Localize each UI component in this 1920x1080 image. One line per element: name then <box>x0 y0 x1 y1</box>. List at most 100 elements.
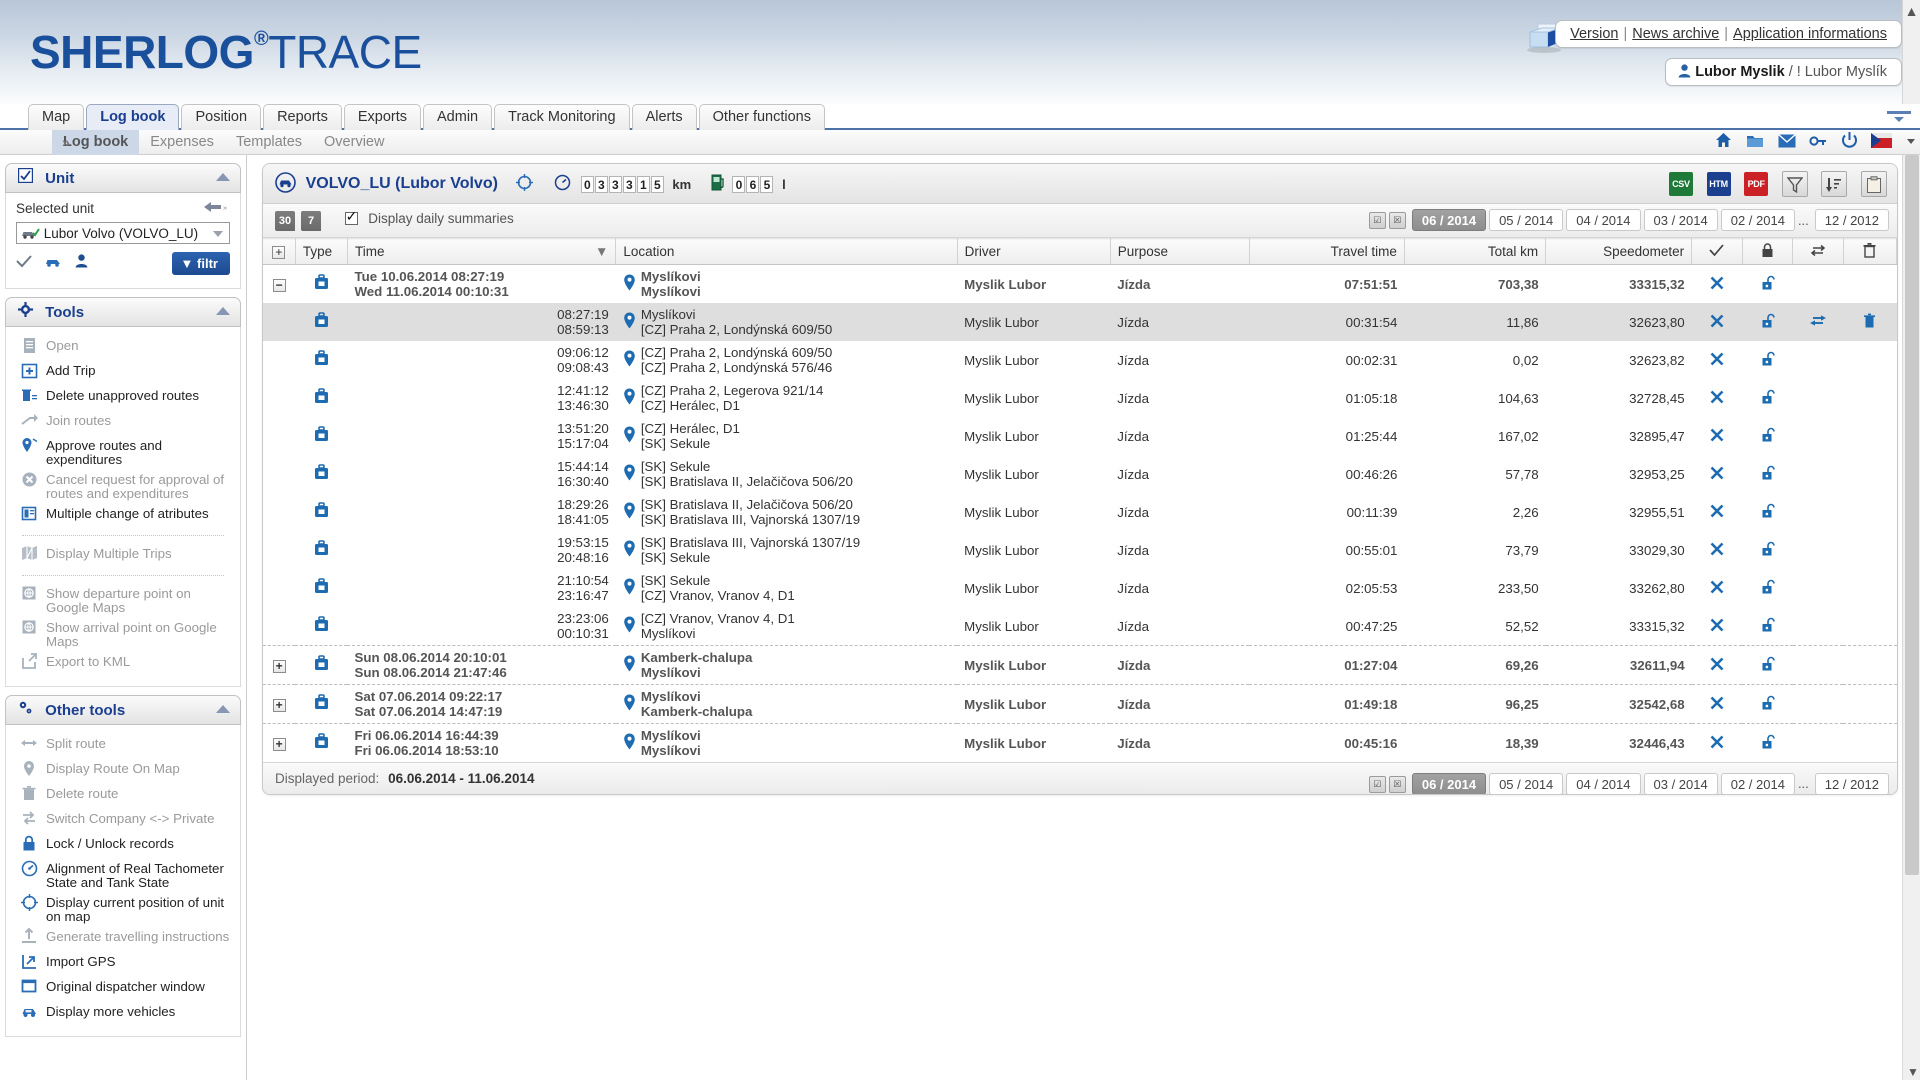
row-expander-cell[interactable]: − <box>263 264 296 303</box>
export-htm-button[interactable]: HTM <box>1706 172 1731 196</box>
expand-chevron-icon[interactable]: » <box>62 134 70 150</box>
check-filter-icon[interactable] <box>16 255 32 271</box>
sort-button[interactable] <box>1821 171 1848 197</box>
unit-select[interactable]: Lubor Volvo (VOLVO_LU) <box>16 222 230 244</box>
row-action-close[interactable] <box>1691 645 1743 685</box>
tab-log-book[interactable]: Log book <box>86 104 180 130</box>
filter-button[interactable] <box>1781 171 1808 197</box>
tools-panel-header[interactable]: Tools <box>5 297 241 327</box>
chevron-down-icon[interactable]: ▼ <box>1907 1065 1919 1079</box>
collapse-triangle-icon[interactable] <box>216 307 230 315</box>
page-size-30-button[interactable]: 30 <box>275 211 295 231</box>
other-tool-display-current-position-of-unit-on-map[interactable]: Display current position of unit on map <box>16 892 230 926</box>
mail-icon[interactable] <box>1777 133 1796 151</box>
th-expand-all[interactable]: + <box>263 238 296 265</box>
month-12-2012[interactable]: 12 / 2012 <box>1814 773 1889 794</box>
tab-position[interactable]: Position <box>181 104 262 130</box>
other-tool-import-gps[interactable]: Import GPS <box>16 951 230 976</box>
clipboard-button[interactable] <box>1861 171 1887 197</box>
tab-exports[interactable]: Exports <box>343 104 422 130</box>
row-action-unlock[interactable] <box>1742 341 1793 379</box>
table-row[interactable]: 13:51:20 15:17:04 [CZ] Herálec, D1 [SK] Sek… <box>263 417 1897 455</box>
row-action-close[interactable] <box>1691 723 1743 762</box>
th-location[interactable]: Location <box>615 238 958 265</box>
row-expander-cell[interactable] <box>263 341 296 379</box>
row-expander-icon[interactable]: − <box>272 278 286 292</box>
row-driver[interactable]: Myslik Lubor <box>957 645 1111 685</box>
month-03-2014[interactable]: 03 / 2014 <box>1643 209 1718 231</box>
tool-add-trip[interactable]: Add Trip <box>16 360 230 385</box>
row-action-unlock[interactable] <box>1742 531 1793 569</box>
row-driver[interactable]: Myslik Lubor <box>957 341 1111 379</box>
user-box[interactable]: Lubor Myslik / ! Lubor Myslík <box>1665 58 1902 86</box>
settings-keys-icon[interactable] <box>1809 133 1827 152</box>
table-row[interactable]: + Sun 08.06.2014 20:10:01 Sun 08.06.2014 2… <box>263 645 1897 685</box>
row-driver[interactable]: Myslik Lubor <box>957 455 1111 493</box>
clear-months-icon[interactable]: ☒ <box>1388 775 1406 793</box>
row-action-close[interactable] <box>1691 684 1743 724</box>
row-purpose[interactable]: Jízda <box>1110 379 1250 417</box>
row-purpose[interactable]: Jízda <box>1110 723 1250 762</box>
th-speedometer[interactable]: Speedometer <box>1545 238 1693 265</box>
row-expander-cell[interactable] <box>263 379 296 417</box>
collapse-triangle-icon[interactable] <box>216 173 230 181</box>
row-action-unlock[interactable] <box>1742 493 1793 531</box>
row-driver[interactable]: Myslik Lubor <box>957 607 1111 646</box>
chevron-down-icon[interactable] <box>1906 134 1916 151</box>
row-action-unlock[interactable] <box>1742 607 1793 646</box>
row-expander-icon[interactable]: + <box>272 698 286 712</box>
month-04-2014[interactable]: 04 / 2014 <box>1566 773 1641 794</box>
row-purpose[interactable]: Jízda <box>1110 303 1250 341</box>
page-scrollbar[interactable]: ▼ <box>1902 155 1920 1080</box>
row-action-unlock[interactable] <box>1742 303 1793 341</box>
row-expander-cell[interactable] <box>263 455 296 493</box>
row-driver[interactable]: Myslik Lubor <box>957 264 1111 303</box>
row-action-close[interactable] <box>1691 455 1743 493</box>
row-expander-cell[interactable]: + <box>263 645 296 685</box>
other-tool-lock-unlock-records[interactable]: Lock / Unlock records <box>16 833 230 858</box>
table-row[interactable]: 12:41:12 13:46:30 [CZ] Praha 2, Legerova 9… <box>263 379 1897 417</box>
row-expander-cell[interactable] <box>263 531 296 569</box>
th-swap[interactable] <box>1792 238 1844 265</box>
row-action-unlock[interactable] <box>1742 684 1793 724</box>
other-tool-display-more-vehicles[interactable]: Display more vehicles <box>16 1001 230 1026</box>
table-row[interactable]: + Fri 06.06.2014 16:44:39 Fri 06.06.2014 1… <box>263 723 1897 762</box>
tool-delete-unapproved-routes[interactable]: Delete unapproved routes <box>16 385 230 410</box>
row-action-close[interactable] <box>1691 531 1743 569</box>
link-version[interactable]: Version <box>1570 26 1618 42</box>
row-action-close[interactable] <box>1691 264 1743 303</box>
th-purpose[interactable]: Purpose <box>1110 238 1250 265</box>
row-expander-cell[interactable] <box>263 417 296 455</box>
month-05-2014[interactable]: 05 / 2014 <box>1489 209 1564 231</box>
page-size-7-button[interactable]: 7 <box>301 211 321 231</box>
other-tools-panel-header[interactable]: Other tools <box>5 695 241 725</box>
daily-summaries-toggle[interactable]: Display daily summaries <box>344 209 514 226</box>
row-driver[interactable]: Myslik Lubor <box>957 303 1111 341</box>
row-action-unlock[interactable] <box>1742 645 1793 685</box>
clear-months-icon[interactable]: ☒ <box>1388 211 1406 229</box>
row-driver[interactable]: Myslik Lubor <box>957 531 1111 569</box>
row-action-close[interactable] <box>1691 303 1743 341</box>
row-action-close[interactable] <box>1691 379 1743 417</box>
row-purpose[interactable]: Jízda <box>1110 569 1250 607</box>
tab-reports[interactable]: Reports <box>263 104 342 130</box>
subtab-expenses[interactable]: Expenses <box>139 130 225 155</box>
export-pdf-button[interactable]: PDF <box>1744 172 1769 196</box>
table-row[interactable]: − Tue 10.06.2014 08:27:19 Wed 11.06.2014 0… <box>263 264 1897 303</box>
row-purpose[interactable]: Jízda <box>1110 531 1250 569</box>
month-06-2014[interactable]: 06 / 2014 <box>1411 773 1487 794</box>
row-driver[interactable]: Myslik Lubor <box>957 493 1111 531</box>
language-flag-icon[interactable] <box>1871 133 1893 151</box>
row-purpose[interactable]: Jízda <box>1110 264 1250 303</box>
row-action-unlock[interactable] <box>1742 569 1793 607</box>
row-purpose[interactable]: Jízda <box>1110 607 1250 646</box>
th-lock[interactable] <box>1742 238 1794 265</box>
folder-icon[interactable] <box>1746 133 1764 152</box>
page-scroll-up[interactable]: ▲ <box>1902 0 1920 104</box>
filter-button[interactable]: ▼ filtr <box>171 252 230 275</box>
table-row[interactable]: + Sat 07.06.2014 09:22:17 Sat 07.06.2014 1… <box>263 684 1897 724</box>
vehicle-filter-icon[interactable] <box>44 256 64 271</box>
month-05-2014[interactable]: 05 / 2014 <box>1489 773 1564 794</box>
tab-map[interactable]: Map <box>28 104 85 130</box>
table-row[interactable]: 18:29:26 18:41:05 [SK] Bratislava II, Jela… <box>263 493 1897 531</box>
